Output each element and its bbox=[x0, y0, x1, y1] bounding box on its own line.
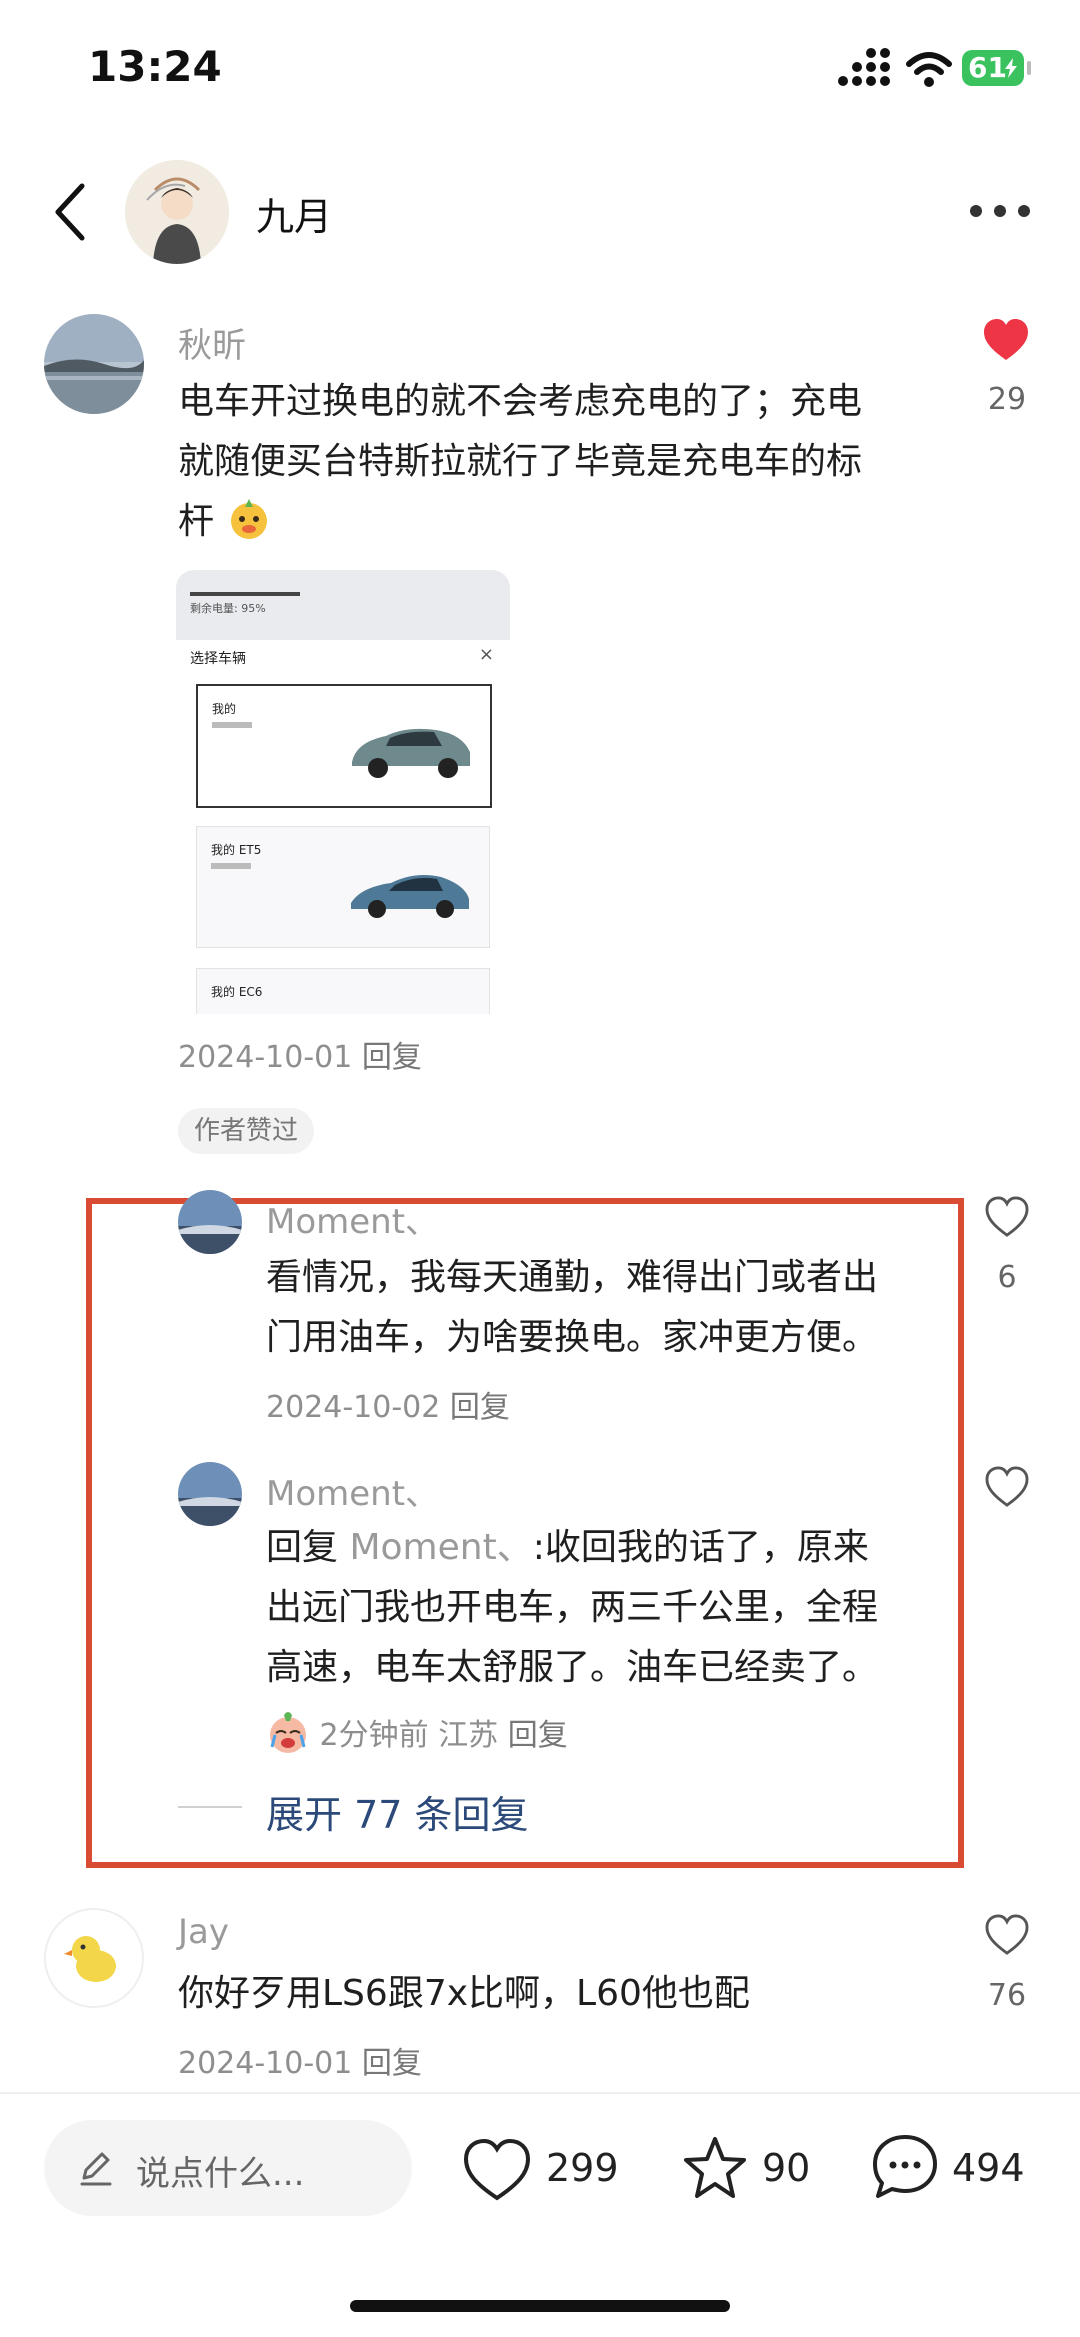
author-avatar[interactable] bbox=[125, 160, 229, 264]
status-time: 13:24 bbox=[88, 42, 222, 91]
replier-avatar[interactable] bbox=[178, 1462, 242, 1526]
comment-meta: 2024-10-01 回复 bbox=[178, 2038, 422, 2082]
comment-input-placeholder: 说点什么... bbox=[136, 2154, 305, 2194]
replier-avatar[interactable] bbox=[178, 1190, 242, 1254]
replier-name[interactable]: Moment、 bbox=[266, 1466, 439, 1515]
dialog-title: 选择车辆 bbox=[190, 651, 246, 667]
reply-time: 2分钟前 bbox=[319, 1718, 429, 1753]
commenter-avatar[interactable] bbox=[44, 314, 144, 414]
comment-input[interactable]: 说点什么... bbox=[44, 2120, 412, 2216]
like-total: 299 bbox=[546, 2146, 619, 2190]
comment-line: 杆 bbox=[178, 501, 215, 542]
more-icon[interactable] bbox=[970, 205, 1030, 219]
emoji-icon bbox=[270, 1712, 306, 1753]
remaining-battery-label: 剩余电量: 95% bbox=[190, 602, 266, 615]
comment-meta: 2024-10-01 回复 bbox=[178, 1032, 422, 1076]
vehicle-card: 我的 bbox=[196, 684, 492, 808]
reply-line: 门用油车，为啥要换电。家冲更方便。 bbox=[266, 1317, 879, 1358]
favorite-total: 90 bbox=[762, 2146, 811, 2190]
heart-icon[interactable] bbox=[984, 1196, 1030, 1238]
heart-icon[interactable] bbox=[984, 1466, 1030, 1508]
reply-line: 高速，电车太舒服了。油车已经卖了。 bbox=[266, 1647, 879, 1688]
vehicle-card: 我的 EC6 bbox=[196, 968, 490, 1014]
author-liked-badge: 作者赞过 bbox=[178, 1108, 315, 1154]
comment-total: 494 bbox=[952, 2146, 1025, 2190]
wifi-icon bbox=[906, 52, 952, 87]
commenter-avatar[interactable] bbox=[44, 1908, 144, 2008]
comment-line: 电车开过换电的就不会考虑充电的了；充电 bbox=[178, 381, 863, 422]
emoji-icon bbox=[231, 499, 268, 539]
reply-colon: : bbox=[532, 1527, 545, 1568]
reply-line: 出远门我也开电车，两三千公里，全程 bbox=[266, 1587, 879, 1628]
close-icon: × bbox=[478, 644, 494, 665]
commenter-name[interactable]: Jay bbox=[178, 1912, 229, 1952]
back-icon[interactable] bbox=[50, 182, 90, 242]
comment-bubble-icon[interactable] bbox=[870, 2132, 940, 2202]
reply-prefix: 回复 bbox=[266, 1527, 339, 1568]
reply-date: 2024-10-02 bbox=[266, 1390, 441, 1425]
replier-name[interactable]: Moment、 bbox=[266, 1194, 439, 1243]
comment-date: 2024-10-01 bbox=[178, 1040, 353, 1075]
reply-to-user[interactable]: Moment、 bbox=[349, 1527, 532, 1568]
reply-text: 看情况，我每天通勤，难得出门或者出 门用油车，为啥要换电。家冲更方便。 bbox=[266, 1248, 878, 1368]
reply-text: 回复 Moment、:收回我的话了，原来 出远门我也开电车，两三千公里，全程 高… bbox=[266, 1518, 878, 1698]
expand-divider bbox=[178, 1806, 242, 1808]
comment-line: 就随便买台特斯拉就行了毕竟是充电车的标 bbox=[178, 441, 863, 482]
like-count: 29 bbox=[987, 382, 1027, 417]
heart-icon[interactable] bbox=[982, 318, 1030, 362]
comment-text: 你好歹用LS6跟7x比啊，L60他也配 bbox=[178, 1973, 750, 2014]
pen-icon bbox=[80, 2152, 112, 2186]
author-name[interactable]: 九月 bbox=[256, 186, 332, 241]
comment-text: 电车开过换电的就不会考虑充电的了；充电 就随便买台特斯拉就行了毕竟是充电车的标 … bbox=[178, 372, 862, 552]
reply-button[interactable]: 回复 bbox=[450, 1390, 510, 1425]
reply-line: 看情况，我每天通勤，难得出门或者出 bbox=[266, 1257, 879, 1298]
reply-meta: 2024-10-02 回复 bbox=[266, 1382, 510, 1426]
reply-meta: 2分钟前 江苏 回复 bbox=[266, 1710, 568, 1755]
battery-icon: 61 bbox=[962, 50, 1031, 86]
reply-button[interactable]: 回复 bbox=[362, 2046, 422, 2081]
star-icon[interactable] bbox=[680, 2134, 750, 2204]
expand-replies-link[interactable]: 展开 77 条回复 bbox=[266, 1784, 529, 1839]
comment-date: 2024-10-01 bbox=[178, 2046, 353, 2081]
like-count: 6 bbox=[997, 1260, 1017, 1295]
like-count: 76 bbox=[987, 1978, 1027, 2013]
comment-image[interactable]: 剩余电量: 95% 选择车辆 × 我的 我的 ET5 我的 EC6 bbox=[176, 570, 510, 1014]
battery-level: 61 bbox=[968, 51, 1007, 84]
reply-button[interactable]: 回复 bbox=[508, 1718, 568, 1753]
heart-icon[interactable] bbox=[984, 1914, 1030, 1956]
home-indicator[interactable] bbox=[350, 2300, 730, 2312]
bottom-divider bbox=[0, 2092, 1080, 2094]
reply-location: 江苏 bbox=[438, 1718, 499, 1753]
car-image bbox=[352, 728, 470, 778]
car-image bbox=[351, 875, 469, 918]
signal-icon bbox=[838, 48, 890, 88]
like-button[interactable] bbox=[462, 2136, 532, 2206]
vehicle-card: 我的 ET5 bbox=[196, 826, 490, 948]
reply-button[interactable]: 回复 bbox=[362, 1040, 422, 1075]
reply-line: 收回我的话了，原来 bbox=[544, 1527, 869, 1568]
commenter-name[interactable]: 秋昕 bbox=[178, 318, 246, 367]
